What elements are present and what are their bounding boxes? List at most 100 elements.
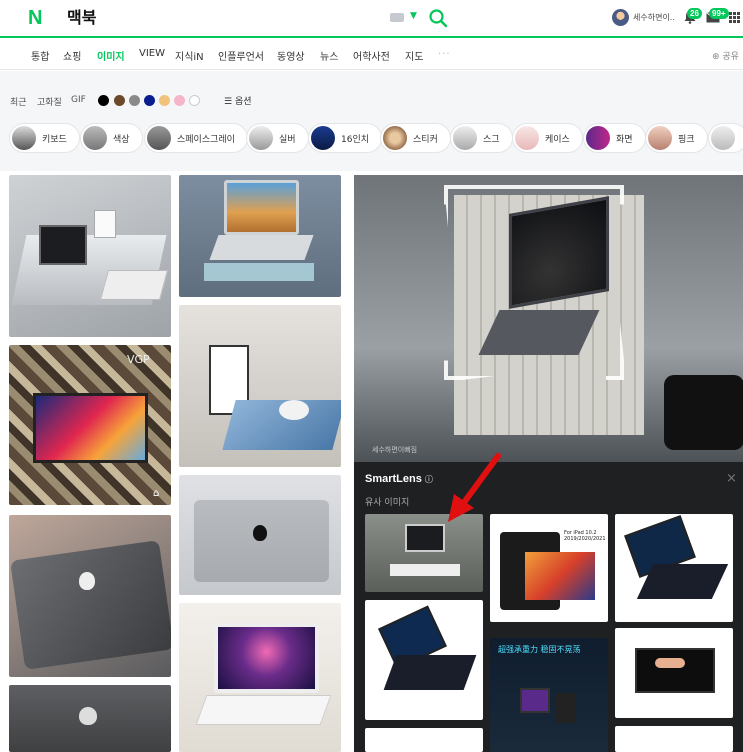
chevron-down-icon[interactable]: ▼ — [410, 11, 417, 21]
info-icon[interactable]: ⓘ — [425, 475, 433, 484]
chip-thumbnail — [83, 126, 107, 150]
tab-map[interactable]: 지도 — [405, 48, 423, 63]
chip-color[interactable]: 색상 — [80, 123, 143, 153]
result-image[interactable] — [179, 475, 341, 595]
similar-image[interactable] — [615, 726, 733, 752]
chip-keyboard[interactable]: 키보드 — [9, 123, 80, 153]
similar-image[interactable] — [615, 628, 733, 718]
chip-pink[interactable]: 핑크 — [645, 123, 708, 153]
notification-badge: 26 — [687, 8, 702, 19]
chip-thumbnail — [147, 126, 171, 150]
tab-influencer[interactable]: 인플루언서 — [218, 48, 264, 63]
chip-thumbnail — [515, 126, 539, 150]
chip-thumbnail — [383, 126, 407, 150]
tab-shopping[interactable]: 쇼핑 — [63, 48, 81, 63]
chip-sg[interactable]: 스그 — [450, 123, 513, 153]
search-tabs: 통합 쇼핑 이미지 VIEW 지식iN 인플루언서 동영상 뉴스 어학사전 지도… — [0, 40, 743, 70]
similar-image[interactable]: 超强承重力 稳固不晃荡 — [490, 638, 608, 752]
color-swatch-beige[interactable] — [159, 95, 170, 106]
chip-label: 스페이스그레이 — [177, 134, 235, 145]
chip-label: 색상 — [113, 134, 130, 145]
tab-news[interactable]: 뉴스 — [320, 48, 338, 63]
result-image[interactable] — [179, 305, 341, 467]
color-swatch-gray[interactable] — [129, 95, 140, 106]
similar-image[interactable] — [615, 514, 733, 622]
filter-hires[interactable]: 고화질 — [37, 95, 62, 108]
result-image[interactable] — [9, 175, 171, 337]
vgp-label: VGP — [127, 353, 150, 366]
keyboard-icon[interactable] — [390, 13, 404, 22]
chip-label: 16인치 — [341, 134, 370, 145]
filter-gif[interactable]: GIF — [71, 95, 86, 105]
share-icon: ⊕ — [712, 52, 723, 62]
watermark: 세수하면이뻐짐 — [372, 446, 418, 454]
search-icon[interactable] — [428, 8, 448, 28]
chip-thumbnail — [648, 126, 672, 150]
result-image[interactable] — [9, 515, 171, 677]
similar-image[interactable] — [365, 728, 483, 752]
options-label: 옵션 — [234, 97, 252, 107]
similar-image[interactable] — [365, 600, 483, 720]
tab-kin[interactable]: 지식iN — [175, 48, 204, 63]
tab-images[interactable]: 이미지 — [97, 48, 125, 63]
result-image[interactable] — [179, 175, 341, 297]
chip-label: 스티커 — [413, 134, 438, 145]
chip-silver[interactable]: 실버 — [246, 123, 309, 153]
result-image[interactable] — [9, 685, 171, 752]
sliders-icon: ☰ — [224, 97, 235, 107]
tab-view[interactable]: VIEW — [139, 48, 165, 59]
red-arrow-annotation — [448, 453, 501, 522]
smartlens-panel: SmartLens ⓘ 유사 이미지 × For iPad 10.2 2019/… — [354, 462, 743, 752]
more-tabs-button[interactable]: ··· — [438, 49, 451, 60]
chip-16inch[interactable]: 16인치 — [308, 123, 383, 153]
chip-thumbnail — [12, 126, 36, 150]
preview-image[interactable] — [354, 175, 743, 462]
chip-thumbnail — [249, 126, 273, 150]
tab-video[interactable]: 동영상 — [277, 48, 305, 63]
avatar[interactable] — [612, 9, 629, 26]
filter-bar: 최근 고화질 GIF ☰ 옵션 키보드 색상 스페이스그레이 실버 16인치 스… — [0, 71, 743, 171]
smartlens-title-text: SmartLens — [365, 473, 422, 485]
color-swatch-brown[interactable] — [114, 95, 125, 106]
chip-label: 스그 — [483, 134, 500, 145]
chip-thumbnail — [586, 126, 610, 150]
chip-label: 실버 — [279, 134, 296, 145]
close-icon[interactable]: × — [726, 471, 737, 486]
search-query[interactable]: 맥북 — [67, 9, 96, 29]
app-grid-icon[interactable] — [729, 12, 740, 23]
chip-label: 케이스 — [545, 134, 570, 145]
promo-text: 超强承重力 稳固不晃荡 — [498, 645, 581, 654]
top-bar: N 맥북 ▼ 세수하면이.. 26 99+ — [0, 0, 743, 38]
similar-image[interactable] — [365, 514, 483, 592]
color-swatch-white[interactable] — [189, 95, 200, 106]
chip-thumbnail — [453, 126, 477, 150]
chip-label: 핑크 — [678, 134, 695, 145]
chip-case[interactable]: 케이스 — [512, 123, 583, 153]
shopping-bag-icon: ⌂ — [153, 488, 160, 499]
similar-image[interactable]: For iPad 10.2 2019/2020/2021 — [490, 514, 608, 622]
chip-next[interactable] — [708, 123, 743, 153]
chip-thumbnail — [311, 126, 335, 150]
tab-all[interactable]: 통합 — [31, 48, 49, 63]
username[interactable]: 세수하면이.. — [633, 12, 675, 23]
smartlens-title: SmartLens ⓘ — [365, 472, 433, 487]
result-image[interactable] — [179, 603, 341, 752]
share-button[interactable]: ⊕ 공유 — [712, 49, 739, 62]
color-swatch-pink[interactable] — [174, 95, 185, 106]
share-label: 공유 — [722, 52, 739, 62]
lens-selection-frame[interactable] — [444, 185, 624, 380]
mail-badge: 99+ — [709, 8, 729, 19]
chip-screen[interactable]: 화면 — [583, 123, 646, 153]
color-swatch-navy[interactable] — [144, 95, 155, 106]
tab-dictionary[interactable]: 어학사전 — [353, 48, 390, 63]
color-swatch-black[interactable] — [98, 95, 109, 106]
result-image[interactable]: VGP ⌂ — [9, 345, 171, 505]
tablet-product-text: For iPad 10.2 2019/2020/2021 — [564, 530, 606, 542]
chip-label: 키보드 — [42, 134, 67, 145]
options-button[interactable]: ☰ 옵션 — [224, 94, 252, 107]
naver-logo[interactable]: N — [28, 8, 48, 28]
chip-sticker[interactable]: 스티커 — [380, 123, 451, 153]
chip-spacegray[interactable]: 스페이스그레이 — [144, 123, 248, 153]
similar-images-label: 유사 이미지 — [365, 498, 410, 508]
filter-recent[interactable]: 최근 — [10, 95, 27, 108]
